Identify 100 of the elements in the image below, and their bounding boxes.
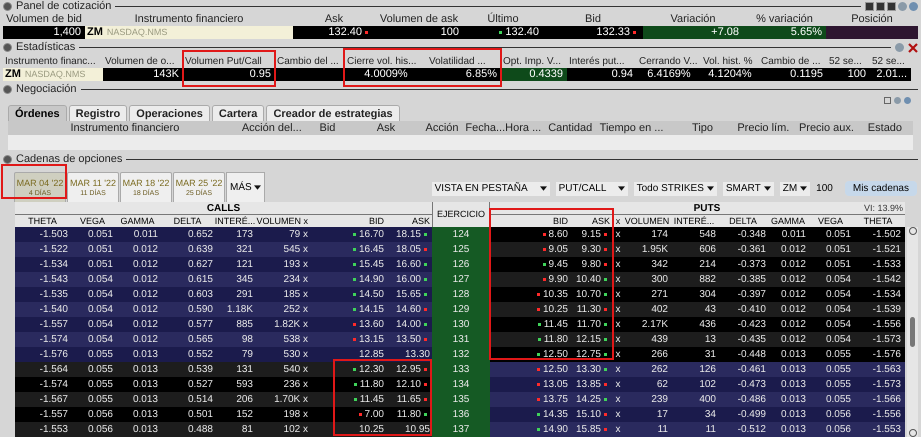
- table-cell-text: -1.542: [872, 273, 901, 287]
- table-cell-text: 18.15: [396, 228, 421, 242]
- table-cell-text: 882: [699, 273, 716, 287]
- column-header: VOLUMEN: [624, 215, 670, 227]
- table-cell-text: 8.60: [548, 228, 568, 242]
- table-cell-text: 0.012: [780, 318, 806, 332]
- table-cell-text: 81: [242, 423, 253, 437]
- put-row[interactable]: 13.05 13.85 x 62 102 -0.473 0.013 0.055 -1.573: [490, 377, 905, 392]
- table-cell-text: 11.45: [544, 318, 568, 332]
- put-row[interactable]: 9.90 10.40 x 300 882 -0.385 0.012 0.054 -1.542: [490, 272, 905, 287]
- collapse-icon[interactable]: [3, 155, 12, 164]
- section-title: Panel de cotización: [16, 0, 112, 13]
- more-button[interactable]: MÁS: [226, 172, 265, 202]
- collapse-icon[interactable]: [3, 43, 12, 52]
- close-icon[interactable]: [908, 42, 918, 52]
- put-row[interactable]: 14.90 15.85 x 11 11 -0.512 0.013 0.056 -1.553: [490, 422, 905, 437]
- table-cell-text: 11.80: [396, 408, 421, 422]
- call-row[interactable]: -1.574 0.055 0.013 0.527 593 236 x 11.80 12.10: [15, 377, 432, 392]
- collapse-icon[interactable]: [3, 2, 12, 11]
- column-header: Vol. hist. %: [703, 55, 752, 68]
- call-row[interactable]: -1.535 0.054 0.012 0.603 291 185 x 14.50 15.65: [15, 287, 432, 302]
- dropdown[interactable]: ZM: [780, 182, 810, 196]
- table-cell-text: 15.65: [396, 288, 421, 302]
- cell-value: 132.40: [328, 26, 362, 39]
- table-cell-text: 0.013: [132, 363, 158, 377]
- cell-value: 4.0009%: [364, 68, 408, 81]
- table-cell-text: 12.30: [358, 363, 384, 377]
- edit-icon[interactable]: [884, 97, 891, 104]
- table-cell-text: 0.590: [188, 303, 213, 317]
- section-title: Negociación: [16, 83, 77, 96]
- put-row[interactable]: 11.45 11.70 x 2.17K 436 -0.423 0.012 0.054 -1.556: [490, 317, 905, 332]
- put-row[interactable]: 12.50 13.30 x 262 126 -0.461 0.013 0.055 -1.563: [490, 362, 905, 377]
- column-header: Bid: [320, 120, 336, 136]
- table-cell-text: 439: [651, 333, 668, 347]
- put-row[interactable]: 13.75 14.25 x 239 400 -0.486 0.013 0.055 -1.566: [490, 392, 905, 407]
- call-row[interactable]: -1.540 0.054 0.012 0.590 1.18K 252 x 14.15 14.60: [15, 302, 432, 317]
- scrollbar[interactable]: [907, 227, 918, 437]
- table-cell-text: -1.553: [872, 423, 901, 437]
- table-cell-text: 11.70: [576, 318, 601, 332]
- table-cell-text: x: [616, 333, 620, 347]
- put-row[interactable]: 9.05 9.30 x 1.95K 606 -0.361 0.012 0.051 -1.521: [490, 242, 905, 257]
- column-header: VEGA: [818, 215, 843, 227]
- call-row[interactable]: -1.564 0.055 0.013 0.539 131 540 x 12.30 12.95: [15, 362, 432, 377]
- strike-cell-text: 135: [452, 393, 470, 407]
- table-cell-text: 16.60: [396, 258, 421, 272]
- column-header: INTERÉ...: [674, 215, 714, 227]
- put-row[interactable]: 14.35 15.10 x 17 34 -0.499 0.013 0.056 -1.556: [490, 407, 905, 422]
- call-row[interactable]: -1.567 0.055 0.013 0.514 206 1.70K x 11.45 11.65: [15, 392, 432, 407]
- dropdown[interactable]: PUT/CALL: [556, 182, 628, 196]
- put-row[interactable]: 11.80 12.15 x 439 13 -0.435 0.012 0.054 -1.573: [490, 332, 905, 347]
- column-header: BID: [368, 215, 384, 227]
- collapse-icon[interactable]: [3, 85, 12, 94]
- table-cell-text: 0.012: [132, 318, 158, 332]
- table-cell-text: 593: [236, 378, 253, 392]
- put-row[interactable]: 12.50 12.75 x 266 31 -0.448 0.013 0.055 -1.576: [490, 347, 905, 362]
- caret-icon: [706, 186, 714, 191]
- table-cell-text: 0.012: [780, 288, 806, 302]
- column-header: 52 se...: [829, 55, 862, 68]
- call-row[interactable]: -1.553 0.056 0.013 0.488 81 102 x 10.25 10.95: [15, 422, 432, 437]
- table-cell-text: -0.461: [738, 363, 766, 377]
- tab[interactable]: Órdenes: [8, 105, 67, 121]
- call-row[interactable]: -1.576 0.055 0.013 0.552 79 530 x 12.85 13.30: [15, 347, 432, 362]
- call-row[interactable]: -1.574 0.054 0.012 0.565 98 538 x 13.15 13.50: [15, 332, 432, 347]
- put-row[interactable]: 10.35 10.70 x 271 304 -0.397 0.012 0.054 -1.534: [490, 287, 905, 302]
- tab[interactable]: Operaciones: [129, 105, 210, 121]
- table-cell-text: 9.45: [548, 258, 568, 272]
- table-cell-text: -1.573: [872, 378, 901, 392]
- table-cell-text: 0.056: [826, 423, 851, 437]
- table-cell-text: 345: [236, 273, 253, 287]
- table-cell-text: 0.056: [88, 408, 113, 422]
- table-cell-text: 0.639: [188, 243, 213, 257]
- table-cell-text: 13.60: [358, 318, 384, 332]
- calls-header: CALLS: [15, 202, 432, 215]
- column-header: Variación: [670, 13, 716, 26]
- call-row[interactable]: -1.557 0.054 0.012 0.577 885 1.82K x 13.60 14.00: [15, 317, 432, 332]
- strike-cell-text: 134: [452, 378, 470, 392]
- call-row[interactable]: -1.522 0.051 0.012 0.639 321 545 x 16.45 18.05: [15, 242, 432, 257]
- tab[interactable]: Cartera: [212, 105, 264, 121]
- tab[interactable]: Creador de estrategias: [266, 105, 400, 121]
- call-row[interactable]: -1.557 0.056 0.013 0.501 152 198 x 7.00 11.80: [15, 407, 432, 422]
- column-header: Precio aux.: [798, 120, 854, 136]
- table-cell-text: 0.565: [188, 333, 213, 347]
- value-cell: [275, 68, 345, 81]
- call-row[interactable]: -1.503 0.051 0.011 0.652 173 79 x 16.70 18.15: [15, 227, 432, 242]
- dropdown[interactable]: SMART: [722, 182, 774, 196]
- table-cell-text: 271: [651, 288, 668, 302]
- call-row[interactable]: -1.543 0.054 0.012 0.615 345 234 x 14.90 16.00: [15, 272, 432, 287]
- table-cell-text: 252 x: [284, 303, 308, 317]
- put-row[interactable]: 10.25 11.30 x 402 43 -0.410 0.012 0.054 -1.539: [490, 302, 905, 317]
- put-row[interactable]: 9.45 9.80 x 342 214 -0.373 0.012 0.051 -1.533: [490, 257, 905, 272]
- dropdown[interactable]: Todo STRIKES: [634, 182, 717, 196]
- my-chains-button[interactable]: Mis cadenas: [844, 181, 917, 196]
- tab[interactable]: Registro: [68, 105, 128, 121]
- put-row[interactable]: 8.60 9.15 x 174 548 -0.348 0.011 0.051 -1.502: [490, 227, 905, 242]
- table-cell-text: 62: [656, 378, 668, 392]
- dropdown[interactable]: VISTA EN PESTAÑA: [432, 182, 550, 196]
- column-header: Instrumento financiero: [70, 120, 180, 136]
- table-cell-text: -1.574: [40, 378, 68, 392]
- cell-value: 132.40: [505, 26, 539, 39]
- call-row[interactable]: -1.534 0.051 0.012 0.627 121 193 x 15.45 16.60: [15, 257, 432, 272]
